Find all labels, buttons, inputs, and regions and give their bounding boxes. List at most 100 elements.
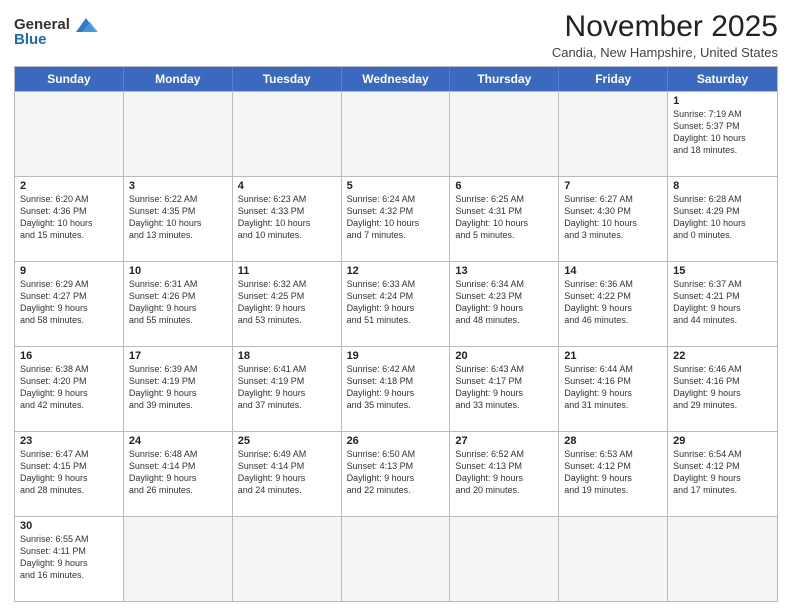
title-block: November 2025 Candia, New Hampshire, Uni… [552,10,778,60]
cell-info: Sunrise: 6:32 AM Sunset: 4:25 PM Dayligh… [238,278,336,327]
calendar-cell: 8Sunrise: 6:28 AM Sunset: 4:29 PM Daylig… [668,177,777,261]
calendar-cell: 6Sunrise: 6:25 AM Sunset: 4:31 PM Daylig… [450,177,559,261]
cell-date: 2 [20,180,118,192]
cell-date: 26 [347,435,445,447]
calendar-cell: 5Sunrise: 6:24 AM Sunset: 4:32 PM Daylig… [342,177,451,261]
cell-date: 1 [673,95,772,107]
calendar-cell: 17Sunrise: 6:39 AM Sunset: 4:19 PM Dayli… [124,347,233,431]
calendar-cell: 9Sunrise: 6:29 AM Sunset: 4:27 PM Daylig… [15,262,124,346]
calendar-cell: 23Sunrise: 6:47 AM Sunset: 4:15 PM Dayli… [15,432,124,516]
cell-info: Sunrise: 6:23 AM Sunset: 4:33 PM Dayligh… [238,193,336,242]
cell-info: Sunrise: 6:42 AM Sunset: 4:18 PM Dayligh… [347,363,445,412]
cell-info: Sunrise: 7:19 AM Sunset: 5:37 PM Dayligh… [673,108,772,157]
calendar-cell: 25Sunrise: 6:49 AM Sunset: 4:14 PM Dayli… [233,432,342,516]
calendar-cell: 28Sunrise: 6:53 AM Sunset: 4:12 PM Dayli… [559,432,668,516]
header-wednesday: Wednesday [342,67,451,91]
calendar-cell: 3Sunrise: 6:22 AM Sunset: 4:35 PM Daylig… [124,177,233,261]
logo-icon [72,14,100,36]
cell-info: Sunrise: 6:39 AM Sunset: 4:19 PM Dayligh… [129,363,227,412]
cell-date: 24 [129,435,227,447]
cell-info: Sunrise: 6:48 AM Sunset: 4:14 PM Dayligh… [129,448,227,497]
calendar-cell: 24Sunrise: 6:48 AM Sunset: 4:14 PM Dayli… [124,432,233,516]
logo: General Blue [14,14,100,49]
calendar-cell: 1Sunrise: 7:19 AM Sunset: 5:37 PM Daylig… [668,92,777,176]
cell-date: 27 [455,435,553,447]
calendar-cell [233,517,342,601]
calendar-cell: 18Sunrise: 6:41 AM Sunset: 4:19 PM Dayli… [233,347,342,431]
cell-date: 13 [455,265,553,277]
calendar-cell [559,92,668,176]
cell-date: 19 [347,350,445,362]
calendar-cell [124,517,233,601]
calendar-cell [124,92,233,176]
calendar-cell [559,517,668,601]
calendar: Sunday Monday Tuesday Wednesday Thursday… [14,66,778,602]
cell-date: 12 [347,265,445,277]
calendar-cell: 21Sunrise: 6:44 AM Sunset: 4:16 PM Dayli… [559,347,668,431]
calendar-cell: 10Sunrise: 6:31 AM Sunset: 4:26 PM Dayli… [124,262,233,346]
calendar-cell: 4Sunrise: 6:23 AM Sunset: 4:33 PM Daylig… [233,177,342,261]
cell-info: Sunrise: 6:28 AM Sunset: 4:29 PM Dayligh… [673,193,772,242]
cell-date: 16 [20,350,118,362]
header-saturday: Saturday [668,67,777,91]
calendar-subtitle: Candia, New Hampshire, United States [552,45,778,60]
cell-info: Sunrise: 6:53 AM Sunset: 4:12 PM Dayligh… [564,448,662,497]
cell-date: 23 [20,435,118,447]
cell-info: Sunrise: 6:31 AM Sunset: 4:26 PM Dayligh… [129,278,227,327]
cell-info: Sunrise: 6:52 AM Sunset: 4:13 PM Dayligh… [455,448,553,497]
cell-date: 10 [129,265,227,277]
cell-date: 22 [673,350,772,362]
cell-info: Sunrise: 6:24 AM Sunset: 4:32 PM Dayligh… [347,193,445,242]
cell-date: 15 [673,265,772,277]
calendar-cell [668,517,777,601]
cell-date: 17 [129,350,227,362]
cell-info: Sunrise: 6:38 AM Sunset: 4:20 PM Dayligh… [20,363,118,412]
cell-date: 3 [129,180,227,192]
calendar-cell: 12Sunrise: 6:33 AM Sunset: 4:24 PM Dayli… [342,262,451,346]
calendar-cell: 19Sunrise: 6:42 AM Sunset: 4:18 PM Dayli… [342,347,451,431]
cell-info: Sunrise: 6:41 AM Sunset: 4:19 PM Dayligh… [238,363,336,412]
logo-blue-text: Blue [14,32,47,49]
cell-info: Sunrise: 6:36 AM Sunset: 4:22 PM Dayligh… [564,278,662,327]
calendar-week-2: 9Sunrise: 6:29 AM Sunset: 4:27 PM Daylig… [15,261,777,346]
cell-info: Sunrise: 6:55 AM Sunset: 4:11 PM Dayligh… [20,533,118,582]
calendar-cell [450,517,559,601]
cell-date: 8 [673,180,772,192]
cell-date: 21 [564,350,662,362]
cell-info: Sunrise: 6:29 AM Sunset: 4:27 PM Dayligh… [20,278,118,327]
calendar-cell [15,92,124,176]
calendar-week-1: 2Sunrise: 6:20 AM Sunset: 4:36 PM Daylig… [15,176,777,261]
calendar-cell: 22Sunrise: 6:46 AM Sunset: 4:16 PM Dayli… [668,347,777,431]
calendar-body: 1Sunrise: 7:19 AM Sunset: 5:37 PM Daylig… [15,91,777,601]
calendar-cell: 20Sunrise: 6:43 AM Sunset: 4:17 PM Dayli… [450,347,559,431]
header: General Blue November 2025 Candia, New H… [14,10,778,60]
cell-date: 7 [564,180,662,192]
cell-date: 28 [564,435,662,447]
calendar-cell: 7Sunrise: 6:27 AM Sunset: 4:30 PM Daylig… [559,177,668,261]
cell-info: Sunrise: 6:33 AM Sunset: 4:24 PM Dayligh… [347,278,445,327]
calendar-cell: 14Sunrise: 6:36 AM Sunset: 4:22 PM Dayli… [559,262,668,346]
cell-date: 25 [238,435,336,447]
header-friday: Friday [559,67,668,91]
cell-info: Sunrise: 6:46 AM Sunset: 4:16 PM Dayligh… [673,363,772,412]
cell-date: 29 [673,435,772,447]
cell-info: Sunrise: 6:34 AM Sunset: 4:23 PM Dayligh… [455,278,553,327]
cell-date: 20 [455,350,553,362]
header-tuesday: Tuesday [233,67,342,91]
calendar-week-4: 23Sunrise: 6:47 AM Sunset: 4:15 PM Dayli… [15,431,777,516]
calendar-cell: 26Sunrise: 6:50 AM Sunset: 4:13 PM Dayli… [342,432,451,516]
cell-info: Sunrise: 6:54 AM Sunset: 4:12 PM Dayligh… [673,448,772,497]
cell-date: 14 [564,265,662,277]
cell-info: Sunrise: 6:37 AM Sunset: 4:21 PM Dayligh… [673,278,772,327]
cell-date: 18 [238,350,336,362]
header-monday: Monday [124,67,233,91]
cell-info: Sunrise: 6:50 AM Sunset: 4:13 PM Dayligh… [347,448,445,497]
cell-info: Sunrise: 6:49 AM Sunset: 4:14 PM Dayligh… [238,448,336,497]
calendar-cell [342,92,451,176]
cell-info: Sunrise: 6:43 AM Sunset: 4:17 PM Dayligh… [455,363,553,412]
calendar-cell: 16Sunrise: 6:38 AM Sunset: 4:20 PM Dayli… [15,347,124,431]
calendar-cell: 13Sunrise: 6:34 AM Sunset: 4:23 PM Dayli… [450,262,559,346]
calendar-cell: 29Sunrise: 6:54 AM Sunset: 4:12 PM Dayli… [668,432,777,516]
calendar-week-0: 1Sunrise: 7:19 AM Sunset: 5:37 PM Daylig… [15,91,777,176]
cell-date: 9 [20,265,118,277]
